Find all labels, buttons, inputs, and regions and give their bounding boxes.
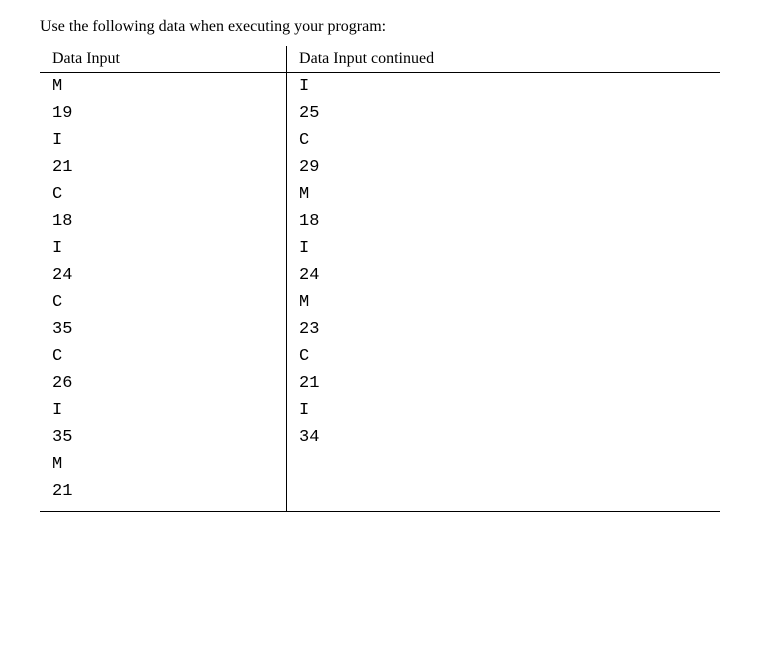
data-cell-right [287,478,720,505]
data-cell-left: 18 [40,208,287,235]
data-cell-left: 26 [40,370,287,397]
data-cell-right: 21 [287,370,720,397]
data-cell-left: C [40,181,287,208]
data-cell-left: 21 [40,154,287,181]
data-cell-left: 35 [40,316,287,343]
data-cell-left: C [40,343,287,370]
data-cell-left: 24 [40,262,287,289]
data-cell-right: I [287,73,720,101]
data-cell-right: 18 [287,208,720,235]
data-cell-left: 35 [40,424,287,451]
data-cell-right: M [287,181,720,208]
table-bottom-border [40,505,287,512]
data-cell-right: M [287,289,720,316]
data-cell-right: C [287,343,720,370]
data-cell-right [287,451,720,478]
data-cell-left: I [40,235,287,262]
column-header-left: Data Input [40,46,287,73]
data-cell-right: C [287,127,720,154]
data-cell-left: 19 [40,100,287,127]
data-cell-left: M [40,73,287,101]
data-cell-left: I [40,127,287,154]
column-header-right: Data Input continued [287,46,720,73]
data-cell-left: 21 [40,478,287,505]
data-cell-right: I [287,397,720,424]
data-cell-left: C [40,289,287,316]
table-bottom-border [287,505,720,512]
data-cell-right: 24 [287,262,720,289]
intro-text: Use the following data when executing yo… [40,18,750,36]
data-cell-right: 29 [287,154,720,181]
document-page: Use the following data when executing yo… [0,0,770,645]
data-cell-left: I [40,397,287,424]
data-cell-right: 25 [287,100,720,127]
data-cell-left: M [40,451,287,478]
data-cell-right: 34 [287,424,720,451]
data-cell-right: 23 [287,316,720,343]
data-cell-right: I [287,235,720,262]
data-input-table: Data Input Data Input continued MI1925IC… [40,46,720,512]
